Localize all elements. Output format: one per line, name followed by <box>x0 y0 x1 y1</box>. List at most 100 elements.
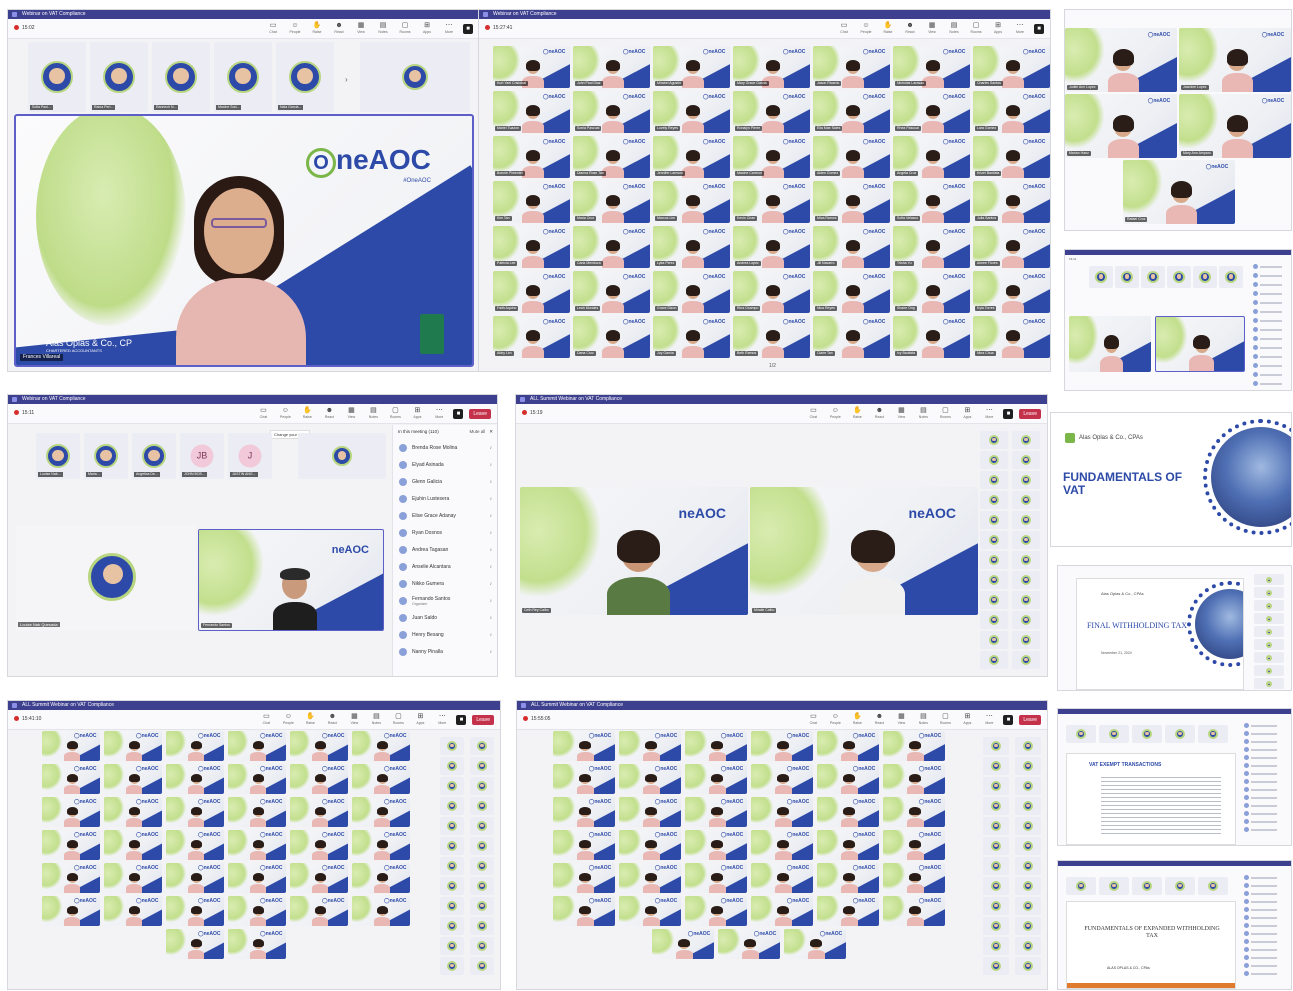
attendee-row[interactable]: Brenda Rose Molina ♪ <box>393 439 497 456</box>
mic-icon[interactable]: ♪ <box>490 547 493 553</box>
participant-tile[interactable] <box>1012 591 1040 609</box>
attendee-row[interactable]: Elise Grace Adanay ♪ <box>393 507 497 524</box>
attendee-row[interactable] <box>1253 309 1289 315</box>
attendee-row[interactable] <box>1244 731 1288 737</box>
participant-tile[interactable] <box>980 491 1008 509</box>
participant-tile[interactable]: Sofia Paul... <box>28 42 86 112</box>
gallery-pager[interactable]: 1/2 <box>769 363 776 369</box>
participant-tile[interactable] <box>983 857 1009 875</box>
participant-tile[interactable] <box>1219 266 1243 288</box>
rooms-button[interactable]: ▢ Rooms <box>397 22 413 35</box>
attendee-row[interactable]: Henry Besang ♪ <box>393 626 497 643</box>
attendee-row[interactable] <box>1253 345 1289 351</box>
participant-tile[interactable] <box>470 777 494 795</box>
participant-tile[interactable] <box>1254 587 1284 598</box>
participant-tile[interactable] <box>1089 266 1113 288</box>
participant-tile[interactable] <box>1099 877 1129 895</box>
mic-icon[interactable]: ♪ <box>490 479 493 485</box>
mic-icon[interactable]: ♪ <box>490 581 493 587</box>
participant-tile[interactable] <box>470 937 494 955</box>
participant-tile[interactable] <box>1012 451 1040 469</box>
participant-tile[interactable] <box>1254 639 1284 650</box>
notes-button[interactable]: ▤ Notes <box>946 22 962 35</box>
participant-tile[interactable] <box>980 451 1008 469</box>
react-button[interactable]: ☻ React <box>324 713 340 726</box>
mic-icon[interactable]: ♪ <box>490 496 493 502</box>
camera-button[interactable]: ■ <box>463 24 473 34</box>
participant-tile[interactable] <box>980 471 1008 489</box>
participant-tile[interactable] <box>983 877 1009 895</box>
participant-tile[interactable] <box>983 737 1009 755</box>
attendee-row[interactable]: Anselie Alcantara ♪ <box>393 558 497 575</box>
attendee-row[interactable] <box>1253 273 1289 279</box>
attendee-row[interactable] <box>1244 915 1288 921</box>
attendee-row[interactable]: Ryan Dosnos ♪ <box>393 524 497 541</box>
attendee-row[interactable] <box>1244 931 1288 937</box>
participant-tile[interactable]: Angelica De... <box>132 433 176 479</box>
react-button[interactable]: ☻ React <box>871 407 887 420</box>
participant-tile[interactable] <box>1165 877 1195 895</box>
attendee-row[interactable] <box>1244 907 1288 913</box>
participant-tile[interactable] <box>1015 917 1041 935</box>
people-button[interactable]: ☺ People <box>827 407 843 420</box>
participant-tile[interactable] <box>1015 937 1041 955</box>
mic-icon[interactable]: ♪ <box>490 445 493 451</box>
chat-button[interactable]: ▭ Chat <box>836 22 852 35</box>
participant-tile[interactable]: Rannech N... <box>152 42 210 112</box>
attendee-row[interactable]: Nanny Pinalla ♪ <box>393 643 497 660</box>
participant-tile[interactable] <box>1198 725 1228 743</box>
people-button[interactable]: ☺ People <box>858 22 874 35</box>
attendee-row[interactable] <box>1253 264 1289 270</box>
participant-tile[interactable] <box>1012 611 1040 629</box>
participant-tile[interactable] <box>440 837 464 855</box>
chat-button[interactable]: ▭ Chat <box>805 713 821 726</box>
participant-tile[interactable] <box>1015 817 1041 835</box>
attendee-row[interactable] <box>1244 771 1288 777</box>
attendee-row[interactable] <box>1244 779 1288 785</box>
participant-tile[interactable] <box>1115 266 1139 288</box>
participant-tile[interactable] <box>1015 757 1041 775</box>
attendee-row[interactable] <box>1244 763 1288 769</box>
participant-tile[interactable] <box>1132 877 1162 895</box>
attendee-row[interactable] <box>1244 963 1288 969</box>
participant-tile[interactable] <box>470 757 494 775</box>
chat-button[interactable]: ▭ Chat <box>255 407 271 420</box>
chat-button[interactable]: ▭ Chat <box>265 22 281 35</box>
attendee-row[interactable] <box>1244 723 1288 729</box>
participant-tile[interactable]: Raina Perl... <box>90 42 148 112</box>
participant-tile[interactable] <box>1167 266 1191 288</box>
attendee-row[interactable] <box>1244 747 1288 753</box>
attendee-row[interactable] <box>1244 891 1288 897</box>
attendee-row[interactable] <box>1244 947 1288 953</box>
people-button[interactable]: ☺ People <box>277 407 293 420</box>
participant-tile[interactable] <box>1012 531 1040 549</box>
participant-tile[interactable] <box>1015 877 1041 895</box>
participant-tile[interactable] <box>440 877 464 895</box>
participant-tile[interactable] <box>1015 897 1041 915</box>
notes-button[interactable]: ▤ Notes <box>915 407 931 420</box>
attendee-row[interactable]: Juan Saldo ♪ <box>393 609 497 626</box>
strip-next-arrow[interactable]: › <box>345 75 348 84</box>
participant-tile[interactable] <box>980 591 1008 609</box>
mute-all-button[interactable]: Mute all <box>469 429 485 435</box>
participant-tile[interactable] <box>1254 626 1284 637</box>
apps-button[interactable]: ⊞ Apps <box>959 407 975 420</box>
participant-tile[interactable] <box>1015 837 1041 855</box>
participant-tile[interactable] <box>1099 725 1129 743</box>
participant-tile[interactable] <box>470 897 494 915</box>
chat-button[interactable]: ▭ Chat <box>258 713 274 726</box>
mic-icon[interactable]: ♪ <box>490 615 493 621</box>
attendee-row[interactable] <box>1244 819 1288 825</box>
raise-hand-button[interactable]: ✋ Raise <box>299 407 315 420</box>
participant-tile[interactable] <box>1254 652 1284 663</box>
react-button[interactable]: ☻ React <box>871 713 887 726</box>
attendee-row[interactable] <box>1244 811 1288 817</box>
participant-tile[interactable] <box>1015 737 1041 755</box>
participant-tile[interactable] <box>983 757 1009 775</box>
mic-icon[interactable]: ♪ <box>490 598 493 604</box>
participant-tile[interactable] <box>1066 877 1096 895</box>
react-button[interactable]: ☻ React <box>331 22 347 35</box>
participant-tile[interactable] <box>1193 266 1217 288</box>
participant-tile[interactable] <box>1141 266 1165 288</box>
participant-tile[interactable] <box>1015 957 1041 975</box>
